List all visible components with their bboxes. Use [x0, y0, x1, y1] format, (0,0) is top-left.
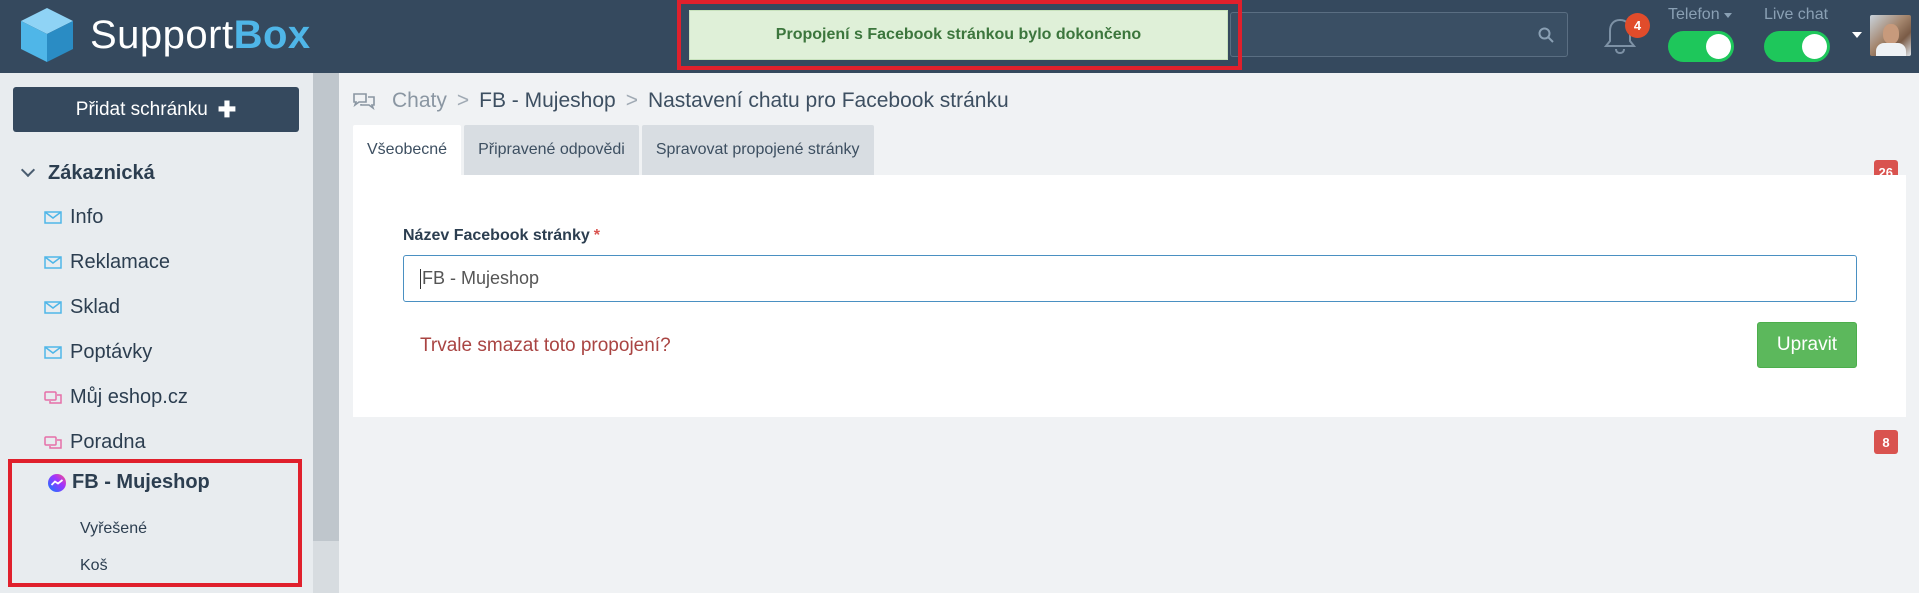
notification-highlight: Propojení s Facebook stránkou bylo dokon… — [677, 0, 1242, 70]
toggle-knob — [1802, 34, 1827, 59]
sidebar-item-label: Info — [70, 205, 104, 228]
sidebar-item-muj-eshop[interactable]: Můj eshop.cz — [44, 382, 300, 412]
plus-icon: ✚ — [217, 96, 237, 122]
text-cursor — [420, 268, 421, 289]
livechat-toggle-label: Live chat — [1764, 6, 1830, 24]
required-mark: * — [593, 227, 600, 244]
chat-icon — [44, 435, 62, 449]
add-mailbox-button[interactable]: Přidat schránku ✚ — [13, 87, 299, 132]
search-icon[interactable] — [1537, 26, 1555, 44]
sidebar-item-poradna[interactable]: Poradna — [44, 427, 300, 457]
livechat-toggle-text: Live chat — [1764, 6, 1829, 23]
sidebar-item-label: Poradna — [70, 430, 146, 453]
logo[interactable]: SupportBox — [18, 6, 311, 64]
avatar-body — [1876, 43, 1906, 56]
logo-text-support: Support — [90, 12, 234, 57]
sidebar-group-zakaznicka[interactable]: Zákaznická — [20, 158, 300, 188]
sidebar-scrollbar-thumb[interactable] — [313, 73, 339, 541]
top-header: SupportBox Propojení s Facebook stránkou… — [0, 0, 1919, 73]
envelope-icon — [44, 255, 62, 269]
save-button[interactable]: Upravit — [1757, 322, 1857, 368]
phone-toggle-label[interactable]: Telefon — [1668, 6, 1734, 24]
messenger-icon — [48, 473, 66, 492]
logo-text-box: Box — [233, 12, 311, 57]
livechat-toggle-group: Live chat — [1764, 6, 1830, 62]
avatar-face — [1883, 24, 1899, 44]
sidebar-item-label: Reklamace — [70, 250, 171, 273]
tab-spravovat-propojene-stranky[interactable]: Spravovat propojené stránky — [641, 125, 874, 175]
search-input[interactable] — [1230, 12, 1568, 57]
envelope-icon — [44, 300, 62, 314]
sidebar-item-reklamace[interactable]: Reklamace — [44, 247, 300, 277]
livechat-toggle[interactable] — [1764, 31, 1830, 62]
sidebar-item-info[interactable]: Info — [44, 202, 300, 232]
sidebar-item-label: Můj eshop.cz — [70, 385, 188, 408]
chevron-down-icon — [20, 162, 36, 178]
toggle-knob — [1706, 34, 1731, 59]
group-label: Zákaznická — [48, 161, 155, 184]
sidebar-item-poptavky[interactable]: Poptávky — [44, 337, 300, 367]
cube-logo-icon — [21, 8, 73, 62]
phone-toggle-group: Telefon — [1668, 6, 1734, 62]
sidebar-subitem-vyresene[interactable]: Vyřešené — [80, 520, 147, 538]
delete-connection-link[interactable]: Trvale smazat toto propojení? — [420, 335, 671, 357]
sidebar-item-label: Poptávky — [70, 340, 153, 363]
item-count-badge: 8 — [1874, 430, 1898, 454]
envelope-icon — [44, 345, 62, 359]
tab-bar: Všeobecné Připravené odpovědi Spravovat … — [353, 125, 877, 175]
sidebar-item-sklad[interactable]: Sklad — [44, 292, 300, 322]
success-notification: Propojení s Facebook stránkou bylo dokon… — [689, 10, 1228, 60]
caret-down-icon — [1723, 12, 1732, 18]
page-name-field[interactable]: FB - Mujeshop — [403, 255, 1857, 302]
phone-toggle[interactable] — [1668, 31, 1734, 62]
chat-icon — [44, 390, 62, 404]
page-name-value: FB - Mujeshop — [422, 268, 540, 288]
breadcrumb-current: Nastavení chatu pro Facebook stránku — [647, 89, 1009, 112]
add-mailbox-label: Přidat schránku — [75, 98, 208, 120]
chats-icon — [353, 93, 375, 111]
user-menu-caret-icon[interactable] — [1852, 32, 1862, 38]
breadcrumb: Chaty > FB - Mujeshop > Nastavení chatu … — [352, 89, 1009, 113]
phone-toggle-text: Telefon — [1668, 6, 1720, 23]
sidebar-item-fb-mujeshop[interactable]: FB - Mujeshop — [47, 471, 210, 494]
page-name-label-text: Název Facebook stránky — [403, 227, 590, 244]
notification-text: Propojení s Facebook stránkou bylo dokon… — [775, 26, 1142, 43]
breadcrumb-separator: > — [625, 89, 638, 112]
sidebar-subitem-kos[interactable]: Koš — [80, 557, 108, 575]
breadcrumb-fb-mujeshop[interactable]: FB - Mujeshop — [479, 89, 616, 113]
sidebar-item-label: Sklad — [70, 295, 121, 318]
settings-panel: Název Facebook stránky * FB - Mujeshop Tr… — [353, 175, 1906, 417]
page-name-label: Název Facebook stránky * — [403, 227, 600, 245]
breadcrumb-separator: > — [456, 89, 470, 112]
logo-text: SupportBox — [90, 13, 311, 58]
envelope-icon — [44, 210, 62, 224]
avatar[interactable] — [1870, 15, 1911, 56]
tab-vseobecne[interactable]: Všeobecné — [353, 125, 462, 175]
tab-pripravene-odpovedi[interactable]: Připravené odpovědi — [464, 125, 639, 175]
sidebar-item-label: FB - Mujeshop — [72, 471, 210, 493]
notification-count-badge: 4 — [1625, 13, 1650, 38]
breadcrumb-chats[interactable]: Chaty — [392, 89, 447, 113]
